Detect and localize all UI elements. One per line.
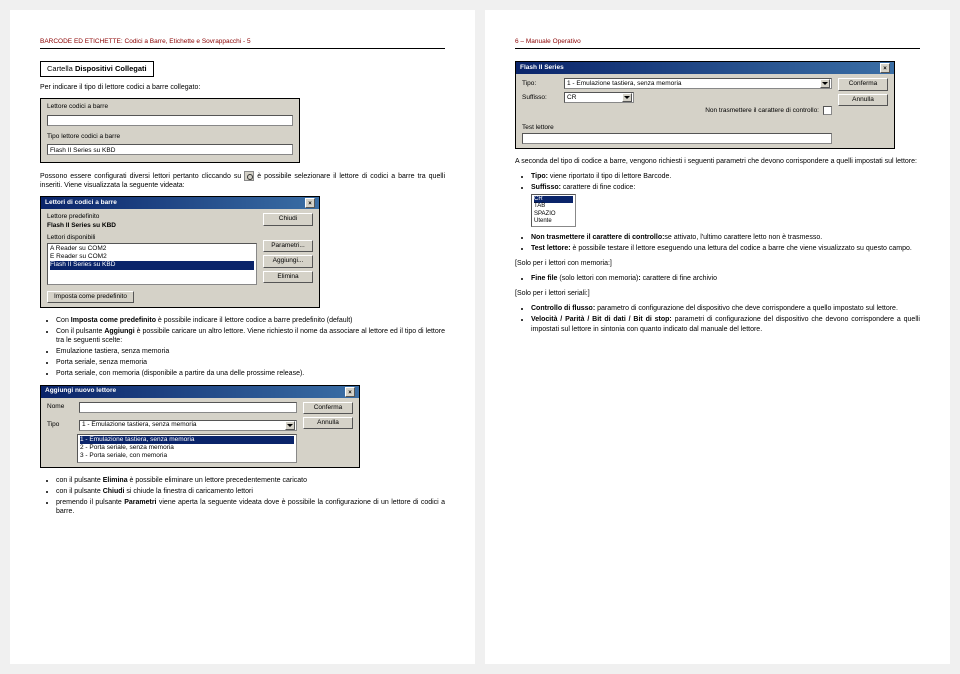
close-icon[interactable]: × <box>305 198 315 208</box>
label-non-trasmettere: Non trasmettere il carattere di controll… <box>705 107 819 115</box>
btn-chiudi[interactable]: Chiudi <box>263 213 313 225</box>
chevron-down-icon[interactable] <box>622 93 632 102</box>
intro-text: Per indicare il tipo di lettore codici a… <box>40 83 445 92</box>
label-tipo: Tipo: <box>522 80 560 88</box>
btn-conferma[interactable]: Conferma <box>838 78 888 90</box>
input-tipo-lettore[interactable]: Flash II Series su KBD <box>47 144 293 155</box>
label-disponibili: Lettori disponibili <box>47 234 257 242</box>
dropdown-tipo[interactable]: 1 - Emulazione tastiera, senza memoria 2… <box>77 434 297 463</box>
win-aggiungi-lettore: Aggiungi nuovo lettore × Nome Tipo 1 - E… <box>40 385 360 468</box>
input-lettore[interactable] <box>47 115 293 126</box>
label-lettore: Lettore codici a barre <box>47 103 108 111</box>
close-icon[interactable]: × <box>880 63 890 73</box>
bullets-actions-2: con il pulsante Elimina è possibile elim… <box>40 476 445 516</box>
para-parametri: A seconda del tipo di codice a barre, ve… <box>515 157 920 166</box>
btn-aggiungi[interactable]: Aggiungi... <box>263 255 313 267</box>
page-header-left: BARCODE ED ETICHETTE: Codici a Barre, Et… <box>40 38 445 49</box>
label-tipo-lettore: Tipo lettore codici a barre <box>47 133 120 141</box>
btn-annulla[interactable]: Annulla <box>303 417 353 429</box>
bullets-tipo-suffisso: Tipo: viene riportato il tipo di lettore… <box>515 172 920 227</box>
win3-title: Aggiungi nuovo lettore <box>45 387 116 395</box>
btn-imposta-predefinito[interactable]: Imposta come predefinito <box>47 291 134 303</box>
label-suffisso: Suffisso: <box>522 94 560 102</box>
btn-parametri[interactable]: Parametri... <box>263 240 313 252</box>
value-predefinito: Flash II Series su KBD <box>47 222 257 230</box>
btn-annulla[interactable]: Annulla <box>838 94 888 106</box>
chevron-down-icon[interactable] <box>285 421 295 430</box>
label-predefinito: Lettore predefinito <box>47 213 257 221</box>
win-lettore-codici: Lettore codici a barre Tipo lettore codi… <box>40 98 300 163</box>
win-lettori-lista: Lettori di codici a barre × Lettore pred… <box>40 196 320 308</box>
btn-conferma[interactable]: Conferma <box>303 402 353 414</box>
combo-tipo[interactable]: 1 - Emulazione tastiera, senza memoria <box>79 420 297 431</box>
input-test-lettore[interactable] <box>522 133 832 144</box>
bullets-actions-1: Con Imposta come predefinito è possibile… <box>40 316 445 379</box>
header-memoria: [Solo per i lettori con memoria:] <box>515 259 920 268</box>
mini-list-suffisso: CR TAB SPAZIO Utente <box>531 194 576 227</box>
combo-suffisso[interactable]: CR <box>564 92 634 103</box>
page-right: 6 – Manuale Operativo Flash II Series × … <box>485 10 950 664</box>
bullets-memoria: Fine file (solo lettori con memoria): ca… <box>515 274 920 283</box>
header-seriali: [Solo per i lettori seriali:] <box>515 289 920 298</box>
chevron-down-icon[interactable] <box>820 79 830 88</box>
page-header-right: 6 – Manuale Operativo <box>515 38 920 49</box>
label-nome: Nome <box>47 403 75 411</box>
win4-title: Flash II Series <box>520 64 564 72</box>
page-left: BARCODE ED ETICHETTE: Codici a Barre, Et… <box>10 10 475 664</box>
label-test-lettore: Test lettore <box>522 124 832 132</box>
listbox-lettori[interactable]: A Reader su COM2 E Reader su COM2 Flash … <box>47 243 257 285</box>
para-config: Possono essere configurati diversi letto… <box>40 171 445 190</box>
combo-tipo-emulazione[interactable]: 1 - Emulazione tastiera, senza memoria <box>564 78 832 89</box>
input-nome[interactable] <box>79 402 297 413</box>
btn-elimina[interactable]: Elimina <box>263 271 313 283</box>
checkbox-non-trasmettere[interactable] <box>823 106 832 115</box>
label-tipo: Tipo <box>47 421 75 429</box>
bullets-seriali: Controllo di flusso: parametro di config… <box>515 304 920 333</box>
lookup-icon[interactable] <box>244 171 254 181</box>
close-icon[interactable]: × <box>345 387 355 397</box>
win2-title: Lettori di codici a barre <box>45 199 117 207</box>
win-flash-series: Flash II Series × Tipo: 1 - Emulazione t… <box>515 61 895 148</box>
bullets-controllo-test: Non trasmettere il carattere di controll… <box>515 233 920 253</box>
section-title: Cartella Dispositivi Collegati <box>40 61 154 77</box>
